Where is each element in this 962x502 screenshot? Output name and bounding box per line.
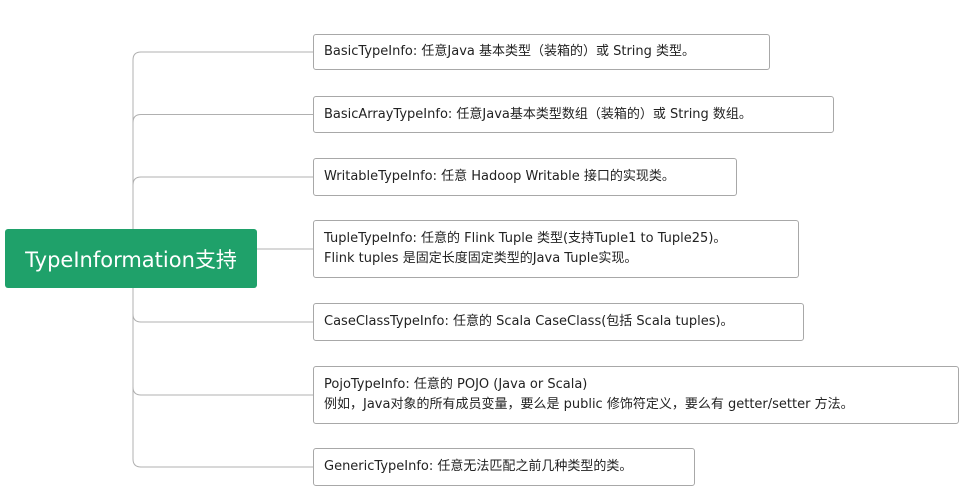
connector-spine-lower bbox=[132, 288, 142, 468]
connector-branch bbox=[132, 313, 313, 323]
node-basic-type-info[interactable]: BasicTypeInfo: 任意Java 基本类型（装箱的）或 String … bbox=[313, 34, 770, 70]
node-tuple-type-info[interactable]: TupleTypeInfo: 任意的 Flink Tuple 类型(支持Tupl… bbox=[313, 220, 799, 278]
node-text-line: CaseClassTypeInfo: 任意的 Scala CaseClass(包… bbox=[324, 314, 734, 329]
connector-branch bbox=[132, 114, 313, 123]
connector-branch bbox=[132, 176, 313, 186]
node-text-line: 例如，Java对象的所有成员变量，要么是 public 修饰符定义，要么有 ge… bbox=[324, 397, 854, 412]
node-text-line: PojoTypeInfo: 任意的 POJO (Java or Scala) bbox=[324, 377, 588, 392]
node-writable-type-info[interactable]: WritableTypeInfo: 任意 Hadoop Writable 接口的… bbox=[313, 158, 737, 196]
node-text-line: WritableTypeInfo: 任意 Hadoop Writable 接口的… bbox=[324, 169, 675, 184]
root-node-label: TypeInformation支持 bbox=[25, 247, 237, 272]
node-generic-type-info[interactable]: GenericTypeInfo: 任意无法匹配之前几种类型的类。 bbox=[313, 448, 695, 486]
connector-branch bbox=[132, 386, 313, 396]
node-text-line: TupleTypeInfo: 任意的 Flink Tuple 类型(支持Tupl… bbox=[324, 231, 727, 246]
connector-spine-upper bbox=[132, 51, 142, 229]
node-text-line: GenericTypeInfo: 任意无法匹配之前几种类型的类。 bbox=[324, 459, 633, 474]
node-pojo-type-info[interactable]: PojoTypeInfo: 任意的 POJO (Java or Scala) 例… bbox=[313, 366, 959, 424]
node-text-line: Flink tuples 是固定长度固定类型的Java Tuple实现。 bbox=[324, 251, 638, 266]
root-node[interactable]: TypeInformation支持 bbox=[5, 229, 257, 288]
node-text-line: BasicArrayTypeInfo: 任意Java基本类型数组（装箱的）或 S… bbox=[324, 106, 752, 122]
node-basic-array-type-info[interactable]: BasicArrayTypeInfo: 任意Java基本类型数组（装箱的）或 S… bbox=[313, 96, 834, 133]
node-case-class-type-info[interactable]: CaseClassTypeInfo: 任意的 Scala CaseClass(包… bbox=[313, 303, 804, 341]
node-text-line: BasicTypeInfo: 任意Java 基本类型（装箱的）或 String … bbox=[324, 44, 696, 59]
